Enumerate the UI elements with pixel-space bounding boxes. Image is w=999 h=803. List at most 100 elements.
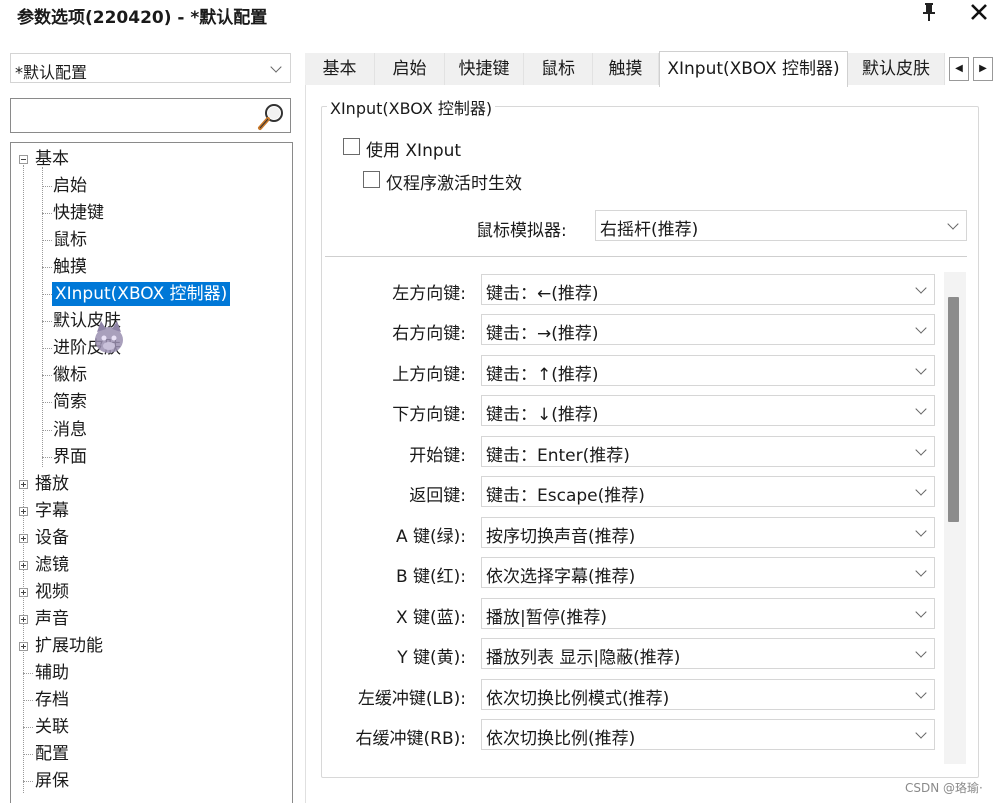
mapping-label: 下方向键: (392, 405, 466, 426)
tree-item[interactable]: 声音 (35, 607, 69, 631)
chevron-down-icon (270, 61, 282, 73)
tree-item[interactable]: 基本 (35, 147, 69, 171)
mapping-select[interactable]: 键击：←(推荐) (481, 274, 935, 305)
tree-item[interactable]: 视频 (35, 580, 69, 604)
tree-item[interactable]: 快捷键 (53, 201, 104, 225)
search-input[interactable] (10, 98, 291, 133)
tree-item[interactable]: 字幕 (35, 499, 69, 523)
use-xinput-checkbox[interactable] (343, 138, 360, 155)
tree-item[interactable]: 存档 (35, 688, 69, 712)
tab[interactable]: 鼠标 (524, 53, 593, 85)
chevron-down-icon (915, 605, 927, 618)
tree-item[interactable]: 启始 (53, 174, 87, 198)
settings-tree: 基本 启始 快捷键 鼠标 触摸 XInput(XBOX 控制器) 默认皮肤 进阶皮肤 徽标 简索消… (10, 142, 293, 803)
close-button[interactable] (964, 0, 994, 26)
tree-item[interactable]: 滤镜 (35, 553, 69, 577)
mapping-select[interactable]: 依次选择字幕(推荐) (481, 557, 935, 589)
tree-item[interactable]: 配置 (35, 742, 69, 766)
mouse-emulator-select[interactable]: 右摇杆(推荐) (595, 210, 967, 241)
tab[interactable]: 启始 (375, 53, 445, 85)
collapse-icon[interactable] (19, 155, 28, 164)
window-title: 参数选项(220420) - *默认配置 (17, 8, 268, 28)
profile-select[interactable]: *默认配置 (10, 53, 291, 83)
chevron-down-icon (915, 444, 927, 456)
mapping-select[interactable]: 依次切换比例模式(推荐) (481, 678, 935, 710)
expand-icon[interactable] (19, 614, 28, 624)
mapping-select[interactable]: 播放|暂停(推荐) (481, 597, 935, 629)
tab[interactable]: 触摸 (593, 53, 659, 85)
tree-item[interactable]: 扩展功能 (35, 634, 103, 658)
tab-scroll-right-button[interactable]: ▶ (973, 57, 993, 81)
search-icon[interactable] (256, 101, 286, 131)
tab[interactable]: 基本 (305, 53, 375, 85)
expand-icon[interactable] (19, 506, 28, 516)
scrollbar-thumb[interactable] (948, 297, 959, 522)
chevron-down-icon (947, 218, 959, 230)
expand-icon[interactable] (19, 641, 28, 651)
tree-guide-line (23, 700, 33, 701)
profile-select-value: *默认配置 (15, 63, 88, 82)
mapping-select[interactable]: 键击：Escape(推荐) (481, 476, 935, 508)
mapping-select[interactable]: 键击：Enter(推荐) (481, 435, 935, 467)
watermark: CSDN @珞瑜· (905, 781, 983, 795)
mapping-label: 左缓冲键(LB): (357, 688, 466, 709)
tab[interactable]: XInput(XBOX 控制器) (659, 51, 848, 87)
arrow-left-icon: ◀ (955, 63, 963, 74)
tree-item[interactable]: XInput(XBOX 控制器) (52, 282, 231, 307)
tree-guide-line (42, 375, 52, 377)
mapping-select-value: 键击：Enter(推荐) (486, 445, 630, 466)
tab-scroll-left-button[interactable]: ◀ (949, 57, 969, 81)
title-bar: 参数选项(220420) - *默认配置 (0, 0, 999, 30)
mapping-select-value: 依次切换比例模式(推荐) (486, 688, 670, 709)
tree-item[interactable]: 设备 (35, 526, 69, 550)
tree-guide-line (42, 456, 52, 458)
tab[interactable]: 快捷键 (445, 53, 524, 85)
mapping-select[interactable]: 键击：↓(推荐) (481, 395, 935, 427)
tree-item[interactable]: 关联 (35, 715, 69, 739)
tree-item[interactable]: 简索 (53, 390, 87, 414)
tree-guide-line (42, 267, 52, 269)
mapping-select[interactable]: 按序切换声音(推荐) (481, 516, 935, 548)
pin-icon (923, 3, 935, 21)
tab[interactable]: 默认皮肤 (848, 53, 945, 85)
only-active-label[interactable]: 仅程序激活时生效 (386, 169, 522, 194)
tree-item[interactable]: 消息 (53, 418, 87, 442)
tree-guide-line (23, 754, 33, 756)
mouse-emulator-label: 鼠标模拟器: (476, 221, 567, 241)
tree-item[interactable]: 播放 (35, 472, 69, 496)
chevron-down-icon (915, 484, 927, 496)
mapping-label: X 键(蓝): (395, 607, 466, 628)
tree-guide-line (42, 429, 52, 431)
tree-item[interactable]: 徽标 (53, 363, 87, 387)
tree-item[interactable]: 鼠标 (53, 228, 87, 252)
tree-item[interactable]: 触摸 (53, 255, 87, 279)
tree-item[interactable]: 界面 (53, 445, 87, 469)
expand-icon[interactable] (19, 533, 28, 543)
mapping-select-value: 键击：Escape(推荐) (486, 486, 645, 507)
mapping-select-value: 按序切换声音(推荐) (486, 526, 636, 547)
chevron-down-icon (915, 646, 927, 658)
expand-icon[interactable] (19, 560, 28, 570)
tree-item[interactable]: 辅助 (35, 661, 69, 685)
only-active-checkbox[interactable] (363, 171, 380, 188)
mapping-select[interactable]: 键击：↑(推荐) (481, 354, 935, 386)
tree-guide-line (42, 186, 52, 188)
tree-item[interactable]: 屏保 (35, 769, 69, 793)
expand-icon[interactable] (19, 479, 28, 489)
tab-bar: 基本 启始 快捷键 鼠标 触摸 XInput(XBOX 控制器) 默认皮肤 (305, 51, 945, 87)
pin-button[interactable] (914, 0, 944, 26)
chevron-down-icon (915, 322, 927, 335)
mapping-select-value: 键击：↑(推荐) (486, 364, 599, 385)
close-icon (971, 4, 987, 20)
tree-guide-line (42, 402, 52, 404)
mapping-select[interactable]: 播放列表 显示|隐蔽(推荐) (481, 638, 935, 670)
tree-guide-line (23, 672, 33, 674)
mapping-select[interactable]: 键击：→(推荐) (481, 314, 935, 346)
tree-guide-line (23, 781, 33, 783)
mapping-select[interactable]: 依次切换比例(推荐) (481, 718, 935, 750)
expand-icon[interactable] (19, 587, 28, 597)
use-xinput-label[interactable]: 使用 XInput (366, 136, 461, 161)
mapping-label: 返回键: (409, 486, 466, 507)
tree-guide-line (42, 348, 52, 350)
mapping-select-value: 播放|暂停(推荐) (486, 607, 607, 628)
